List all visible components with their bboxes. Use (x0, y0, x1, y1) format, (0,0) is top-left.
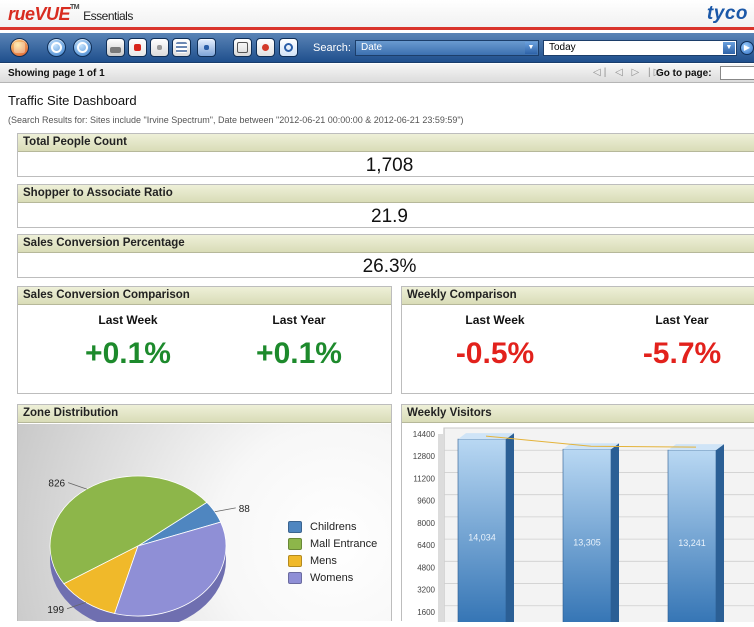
bar-data-label: 13,241 (678, 538, 706, 548)
tyco-logo: tyco (706, 3, 748, 24)
logo-tm: TM (70, 4, 80, 11)
zone-distribution-panel: Zone Distribution 88 826 199 Childrens Mal… (17, 404, 392, 627)
bar-side (506, 433, 514, 627)
y-tick-label: 4800 (417, 563, 435, 572)
pie-legend: Childrens Mall Entrance Mens Womens (288, 518, 377, 586)
panel-title: Total People Count (18, 134, 754, 152)
word-icon[interactable] (197, 38, 216, 57)
legend-item: Mens (288, 552, 377, 569)
zone-distribution-chart: 88 826 199 Childrens Mall Entrance Mens Wo… (18, 424, 391, 627)
panel-title: Sales Conversion Comparison (18, 287, 391, 305)
document-icon[interactable] (150, 38, 169, 57)
panel-title: Weekly Visitors (402, 405, 754, 423)
panel-title: Zone Distribution (18, 405, 391, 423)
logo-suffix: Essentials (83, 9, 133, 23)
bar-chart-svg: 1600 3200 4800 6400 8000 9600 11200 12800 14400 1… (413, 427, 754, 627)
y-tick-label: 1600 (417, 608, 435, 617)
panel-title: Sales Conversion Percentage (18, 235, 754, 253)
pie-data-label: 88 (239, 504, 251, 515)
sales-conversion-panel: Sales Conversion Percentage 26.3% (17, 234, 754, 278)
chart-side-wall (438, 434, 444, 627)
total-people-panel: Total People Count 1,708 (17, 133, 754, 177)
pie-label-leader (214, 507, 236, 513)
chevron-down-icon[interactable]: ▼ (723, 42, 735, 54)
y-tick-label: 9600 (417, 497, 435, 506)
search-icon[interactable] (279, 38, 298, 57)
logo-text: rueVUE (8, 4, 71, 24)
panel-title: Shopper to Associate Ratio (18, 185, 754, 203)
search-results-subtitle: (Search Results for: Sites include "Irvi… (8, 115, 464, 125)
refresh-icon[interactable] (47, 38, 66, 57)
legend-swatch (288, 537, 302, 550)
last-week-label: Last Week (98, 313, 158, 327)
go-button[interactable]: ▶ (740, 41, 754, 55)
sync-icon[interactable] (73, 38, 92, 57)
panel-title: Weekly Comparison (402, 287, 754, 305)
legend-swatch (288, 520, 302, 533)
pie-label-leader (67, 482, 87, 490)
search-field-select[interactable]: Date ▼ (355, 40, 539, 56)
home-icon[interactable] (10, 38, 29, 57)
bar-side (611, 443, 619, 627)
truevue-logo: rueVUETMEssentials (8, 4, 133, 25)
pdf-icon[interactable] (128, 38, 147, 57)
page-status: Showing page 1 of 1 (8, 68, 105, 79)
weekly-comparison-panel: Weekly Comparison Last Week Last Year -0… (401, 286, 754, 394)
legend-swatch (288, 571, 302, 584)
y-tick-label: 14400 (413, 430, 436, 439)
scheduled-report-icon[interactable] (256, 38, 275, 57)
y-tick-label: 3200 (417, 586, 435, 595)
email-icon[interactable] (233, 38, 252, 57)
bar-week-2 (562, 448, 612, 627)
sales-comparison-panel: Sales Conversion Comparison Last Week La… (17, 286, 392, 394)
y-tick-label: 6400 (417, 541, 435, 550)
toolbar: Search: Date ▼ Today ▼ ▶ (0, 33, 754, 63)
legend-label: Childrens (310, 520, 357, 533)
page-title: Traffic Site Dashboard (8, 93, 137, 108)
weekly-visitors-chart: 1600 3200 4800 6400 8000 9600 11200 12800 14400 1… (402, 424, 754, 627)
sales-conversion-value: 26.3% (362, 256, 417, 277)
paging-bar: Showing page 1 of 1 ◁| ◁ ▷ |▷ Go to page… (0, 64, 754, 83)
legend-label: Mall Entrance (310, 537, 378, 550)
last-year-value: +0.1% (256, 337, 342, 370)
app-header: rueVUETMEssentials tyco (0, 0, 754, 30)
legend-label: Womens (310, 571, 354, 584)
shopper-ratio-value: 21.9 (371, 206, 408, 227)
last-week-label: Last Week (465, 313, 525, 327)
legend-label: Mens (310, 554, 337, 567)
bar-side (716, 444, 724, 627)
legend-item: Mall Entrance (288, 535, 377, 552)
legend-swatch (288, 554, 302, 567)
legend-item: Childrens (288, 518, 377, 535)
search-label: Search: (313, 42, 351, 54)
bar-week-3 (667, 449, 717, 627)
search-field-value: Date (361, 42, 383, 53)
print-icon[interactable] (106, 38, 125, 57)
shopper-ratio-panel: Shopper to Associate Ratio 21.9 (17, 184, 754, 228)
last-year-label: Last Year (272, 313, 326, 327)
pie-data-label: 199 (47, 605, 64, 616)
grid-icon[interactable] (172, 38, 191, 57)
y-tick-label: 8000 (417, 519, 435, 528)
pie-data-label: 826 (48, 479, 65, 490)
legend-item: Womens (288, 569, 377, 586)
bar-data-label: 14,034 (468, 533, 496, 543)
last-year-label: Last Year (655, 313, 709, 327)
date-range-value: Today (549, 42, 576, 53)
bar-week-1 (457, 438, 507, 627)
last-week-value: +0.1% (85, 337, 171, 370)
goto-page-input[interactable] (720, 66, 754, 80)
goto-page-label: Go to page: (656, 68, 712, 79)
last-year-value: -5.7% (642, 337, 722, 370)
y-tick-label: 11200 (413, 474, 435, 483)
weekly-visitors-panel: Weekly Visitors 1600 3200 4800 6400 8000 9600… (401, 404, 754, 627)
total-people-value: 1,708 (365, 155, 414, 176)
date-range-select[interactable]: Today ▼ (543, 40, 737, 56)
pager-controls[interactable]: ◁| ◁ ▷ |▷ (593, 67, 664, 78)
y-tick-label: 12800 (413, 452, 436, 461)
last-week-value: -0.5% (455, 337, 535, 370)
bar-data-label: 13,305 (573, 538, 601, 548)
chevron-down-icon[interactable]: ▼ (525, 42, 537, 54)
